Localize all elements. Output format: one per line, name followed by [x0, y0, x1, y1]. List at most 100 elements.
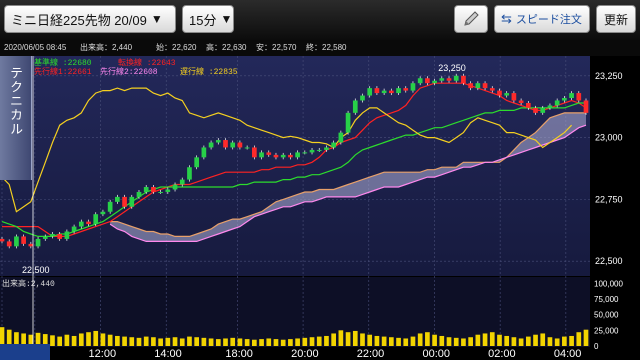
- interval-select[interactable]: 15分 ▼: [182, 5, 234, 33]
- candle-body: [360, 95, 365, 101]
- candle-body: [71, 226, 77, 232]
- candle-body: [324, 147, 329, 150]
- technical-tab[interactable]: テクニカル: [0, 56, 32, 180]
- high-annotation: 23,250: [438, 63, 466, 73]
- volume-bar: [374, 335, 380, 346]
- candle-body: [302, 152, 308, 154]
- volume-bar: [446, 337, 452, 346]
- volume-bar: [518, 338, 524, 346]
- volume-bar: [237, 338, 243, 346]
- volume-bar: [201, 337, 207, 346]
- candle-body: [562, 98, 567, 101]
- y-tick-label: 22,750: [595, 194, 623, 204]
- legend-lead-span1: 先行線1:22661: [34, 66, 92, 77]
- draw-tool-button[interactable]: [454, 5, 488, 33]
- price-info-bar: 2020/06/05 08:45 出来高：2,440 始：22,620 高：22…: [0, 40, 640, 56]
- volume-bar: [223, 338, 228, 346]
- volume-bar: [6, 329, 12, 346]
- x-tick-label: 02:00: [488, 348, 516, 360]
- info-datetime: 2020/06/05 08:45: [4, 43, 67, 52]
- x-tick-label: 22:00: [357, 348, 385, 360]
- volume-bar: [158, 338, 163, 346]
- candle-body: [122, 196, 127, 207]
- candle-body: [57, 233, 63, 239]
- candle-body: [432, 80, 437, 84]
- interval-label: 15分: [189, 12, 217, 28]
- volume-bar: [540, 333, 546, 346]
- candle-body: [367, 88, 373, 96]
- volume-bar: [71, 335, 77, 346]
- ichimoku-chart[interactable]: 23,250 23,000 22,750 22,500 100,000 75,000 50,…: [0, 56, 640, 360]
- swap-arrows-icon: ⇆: [501, 11, 512, 26]
- volume-bar: [497, 334, 502, 346]
- volume-bar: [388, 337, 394, 346]
- speed-order-button[interactable]: ⇆ スピード注文: [494, 5, 590, 33]
- volume-bar: [187, 336, 192, 346]
- volume-bar: [93, 330, 99, 346]
- low-annotation: 22,500: [22, 265, 50, 275]
- candle-body: [14, 236, 19, 247]
- info-low: 安：22,570: [256, 43, 297, 52]
- candle-body: [50, 233, 55, 237]
- candle-body: [475, 83, 481, 89]
- candle-body: [425, 78, 430, 84]
- candle-body: [280, 154, 286, 158]
- candle-body: [194, 157, 200, 168]
- volume-bar: [136, 337, 142, 346]
- candle-body: [151, 187, 156, 192]
- toolbar: ミニ日経225先物 20/09 ▼ 15分 ▼ ⇆ スピード注文 更新: [0, 0, 640, 40]
- volume-bar: [280, 339, 286, 346]
- candle-body: [309, 149, 315, 153]
- volume-bar: [129, 337, 135, 346]
- volume-bar: [0, 327, 5, 346]
- candle-body: [410, 83, 416, 91]
- volume-bar: [50, 335, 55, 346]
- candle-body: [533, 107, 538, 113]
- cursor-time-badge: [0, 344, 50, 360]
- legend-conversion-line: 転換線 :22643: [118, 57, 176, 68]
- volume-bar: [562, 336, 567, 346]
- volume-bar: [468, 337, 473, 346]
- x-tick-label: 04:00: [554, 348, 582, 360]
- candle-body: [489, 88, 495, 91]
- volume-bar: [425, 332, 430, 346]
- instrument-select[interactable]: ミニ日経225先物 20/09 ▼: [4, 5, 176, 33]
- volume-bar: [78, 333, 84, 346]
- candle-body: [165, 189, 171, 192]
- volume-bar: [345, 332, 351, 346]
- candle-body: [417, 78, 423, 84]
- update-button[interactable]: 更新: [596, 5, 636, 33]
- candle-body: [352, 100, 358, 113]
- candle-body: [381, 90, 387, 94]
- candle-body: [345, 112, 351, 133]
- volume-bar: [461, 338, 466, 346]
- candle-body: [42, 236, 48, 239]
- candle-body: [28, 243, 34, 247]
- volume-bar: [215, 339, 221, 346]
- volume-tick-label: 50,000: [594, 311, 619, 320]
- volume-bar: [504, 335, 510, 346]
- volume-tick-label: 75,000: [594, 295, 619, 304]
- candle-body: [569, 93, 574, 99]
- info-close: 終：22,580: [306, 43, 347, 52]
- candle-body: [21, 236, 26, 244]
- info-open: 始：22,620: [156, 43, 197, 52]
- candle-body: [93, 214, 99, 225]
- volume-bar: [569, 335, 574, 346]
- volume-bar: [252, 339, 257, 346]
- candle-body: [540, 107, 546, 113]
- candle-body: [576, 93, 582, 101]
- x-tick-label: 20:00: [291, 348, 319, 360]
- volume-bar: [352, 330, 358, 346]
- candle-body: [179, 179, 185, 185]
- candle-body: [525, 102, 531, 108]
- volume-bar: [151, 337, 156, 346]
- dropdown-arrow-icon: ▼: [220, 12, 233, 26]
- volume-bar: [338, 330, 344, 346]
- candle-body: [497, 90, 502, 96]
- volume-tick-label: 25,000: [594, 326, 619, 335]
- instrument-label: ミニ日経225先物 20/09: [11, 12, 147, 28]
- pencil-icon: [464, 11, 479, 26]
- legend-lagging-span: 遅行線 :22835: [180, 66, 238, 77]
- volume-bar: [230, 337, 236, 346]
